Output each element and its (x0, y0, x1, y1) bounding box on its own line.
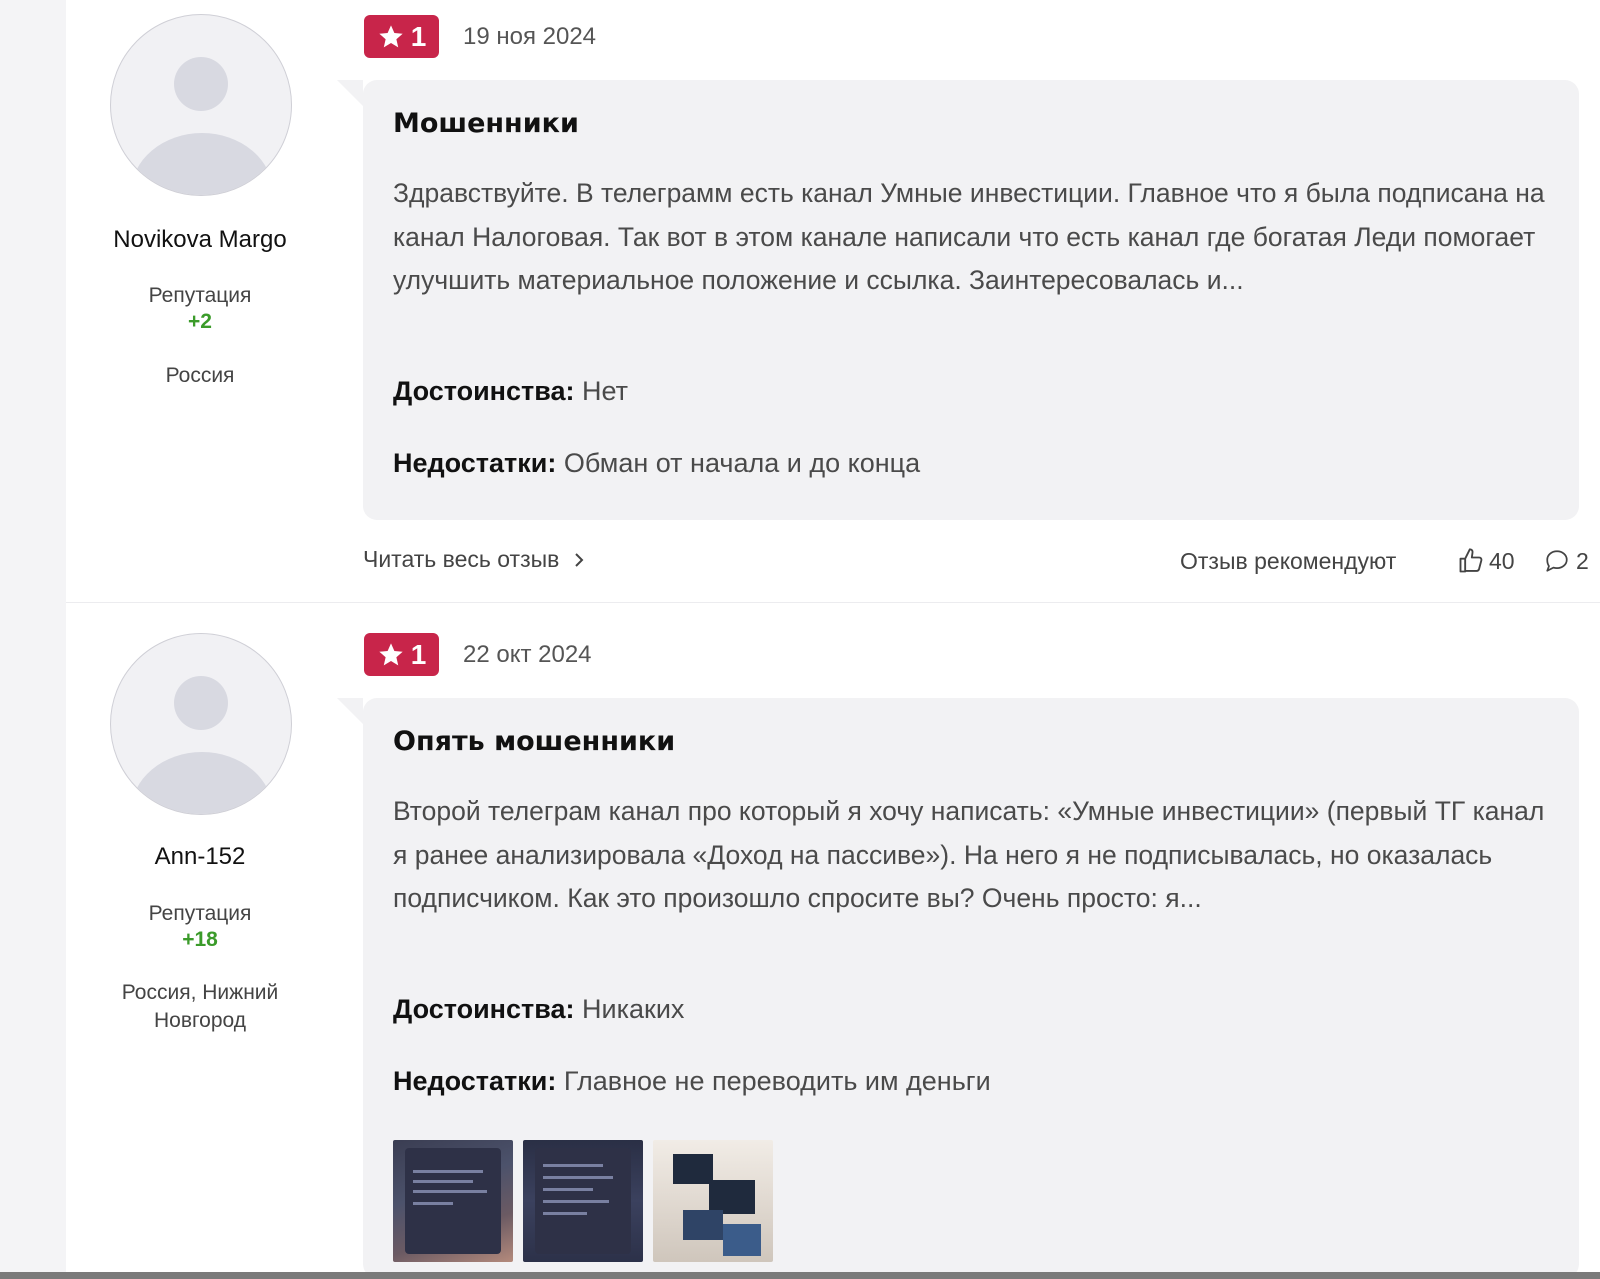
thumbs-up-icon (1459, 548, 1483, 573)
avatar-placeholder-head (174, 57, 228, 111)
recommend-label: Отзыв рекомендуют (1180, 547, 1397, 574)
likes-count: 40 (1489, 547, 1515, 574)
pros-value: Нет (582, 376, 628, 406)
review-date: 19 ноя 2024 (463, 23, 597, 50)
cons-value: Обман от начала и до конца (563, 448, 921, 478)
rating-value: 1 (410, 638, 427, 670)
star-icon (379, 642, 403, 665)
rating-badge: 1 (364, 633, 439, 676)
comment-icon (1546, 550, 1568, 572)
pros-label: Достоинства: (393, 376, 575, 406)
comments-button[interactable]: 2 (1544, 548, 1589, 575)
cons-label: Недостатки: (393, 448, 557, 478)
author-location: Россия (165, 364, 235, 387)
review-title[interactable]: Опять мошенники (393, 726, 675, 757)
review-divider (66, 602, 1600, 603)
rating-value: 1 (410, 20, 427, 52)
review-date: 22 окт 2024 (463, 641, 592, 668)
review-cons: Недостатки: Главное не переводить им ден… (393, 1066, 991, 1097)
review-body: Опять мошенники Второй телеграм канал пр… (337, 698, 1579, 1278)
author-name[interactable]: Ann-152 (66, 843, 334, 871)
review-pros: Достоинства: Нет (393, 376, 628, 407)
reputation-label: Репутация (148, 284, 252, 307)
avatar[interactable] (110, 633, 292, 815)
cons-label: Недостатки: (393, 1066, 557, 1096)
read-full-review-link[interactable]: Читать весь отзыв (363, 546, 585, 573)
avatar-placeholder-head (174, 676, 228, 730)
review-photo-thumbnail[interactable] (523, 1140, 643, 1262)
avatar-placeholder-body (131, 752, 273, 814)
pros-label: Достоинства: (393, 994, 575, 1024)
reviews-list: Novikova Margo Репутация +2 Россия 1 19 … (66, 0, 1600, 1278)
review-body: Мошенники Здравствуйте. В телеграмм есть… (337, 80, 1579, 520)
review-card: Novikova Margo Репутация +2 Россия 1 19 … (66, 0, 1600, 602)
review-title[interactable]: Мошенники (393, 108, 579, 139)
rating-badge: 1 (364, 15, 439, 58)
review-photos (393, 1140, 773, 1262)
avatar-placeholder-body (131, 133, 273, 195)
comments-count: 2 (1576, 547, 1589, 574)
author-name[interactable]: Novikova Margo (66, 226, 334, 254)
cons-value: Главное не переводить им деньги (563, 1066, 991, 1096)
review-footer-stats: Отзыв рекомендуют 40 2 (1180, 546, 1600, 576)
chevron-right-icon (575, 552, 584, 567)
pros-value: Никаких (582, 994, 685, 1024)
review-photo-thumbnail[interactable] (393, 1140, 513, 1262)
review-card: Ann-152 Репутация +18 Россия, Нижний Нов… (66, 603, 1600, 1278)
avatar[interactable] (110, 14, 292, 196)
review-cons: Недостатки: Обман от начала и до конца (393, 448, 920, 479)
reputation-label: Репутация (148, 902, 252, 925)
reputation-value: +2 (188, 310, 212, 333)
review-pros: Достоинства: Никаких (393, 994, 684, 1025)
review-text: Второй телеграм канал про который я хочу… (393, 796, 1545, 913)
like-button[interactable]: 40 (1457, 547, 1515, 575)
author-location: Россия, Нижний Новгород (121, 981, 279, 1032)
reputation-value: +18 (182, 928, 218, 951)
bottom-scroll-bar (0, 1272, 1600, 1279)
star-icon (379, 24, 403, 47)
read-more-label: Читать весь отзыв (363, 546, 560, 572)
review-photo-thumbnail[interactable] (653, 1140, 773, 1262)
review-text: Здравствуйте. В телеграмм есть канал Умн… (393, 178, 1545, 295)
